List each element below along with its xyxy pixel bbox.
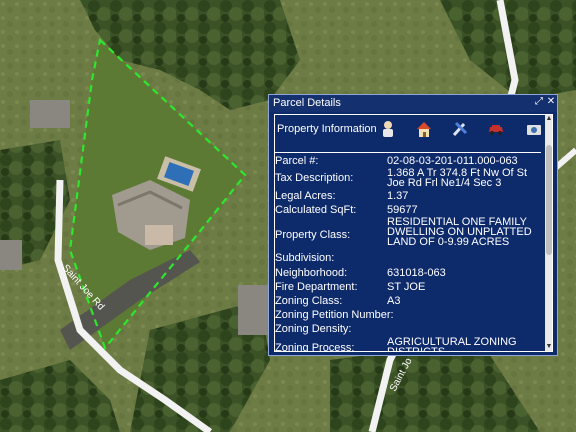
close-icon[interactable]: ✕ bbox=[545, 96, 557, 108]
zoning-process-value: AGRICULTURAL ZONING DISTRICTS bbox=[387, 336, 517, 352]
fire-department-value: ST JOE bbox=[387, 281, 426, 293]
home-icon[interactable] bbox=[415, 120, 433, 138]
neighborhood-value: 631018-063 bbox=[387, 267, 446, 279]
zoning-class-value: A3 bbox=[387, 295, 401, 307]
parcel-details-panel: Parcel Details ⤢ ✕ Property Information bbox=[268, 94, 558, 356]
panel-title: Parcel Details bbox=[273, 97, 341, 109]
calculated-sqft-value: 59677 bbox=[387, 204, 418, 216]
subdivision-label: Subdivision: bbox=[275, 252, 335, 264]
property-class-label: Property Class: bbox=[275, 229, 351, 241]
zoning-density-label: Zoning Density: bbox=[275, 323, 352, 335]
parcel-number-label: Parcel #: bbox=[275, 155, 319, 167]
vertical-scrollbar[interactable]: ▲ ▼ bbox=[545, 115, 552, 351]
property-tabs: Property Information bbox=[275, 115, 541, 145]
fire-department-label: Fire Department: bbox=[275, 281, 358, 293]
zoning-process-label: Zoning Process: bbox=[275, 342, 355, 352]
tab-separator bbox=[275, 152, 541, 153]
owner-icon[interactable] bbox=[379, 120, 397, 138]
property-class-value: RESIDENTIAL ONE FAMILY DWELLING ON UNPLA… bbox=[387, 216, 532, 248]
tab-label-property-information: Property Information bbox=[277, 123, 377, 135]
tax-description-label: Tax Description: bbox=[275, 172, 354, 184]
panel-content: Property Information Parcel #: 02-08-03-… bbox=[274, 114, 553, 352]
parcel-number-value: 02-08-03-201-011.000-063 bbox=[387, 155, 518, 167]
scroll-down-icon[interactable]: ▼ bbox=[545, 343, 552, 351]
vehicle-icon[interactable] bbox=[487, 120, 505, 138]
legal-acres-label: Legal Acres: bbox=[275, 190, 336, 202]
zoning-class-label: Zoning Class: bbox=[275, 295, 343, 307]
zoning-petition-number-label: Zoning Petition Number: bbox=[275, 309, 394, 321]
calculated-sqft-label: Calculated SqFt: bbox=[275, 204, 357, 216]
scrollbar-thumb[interactable] bbox=[546, 145, 552, 255]
expand-icon[interactable]: ⤢ bbox=[533, 96, 545, 108]
legal-acres-value: 1.37 bbox=[387, 190, 409, 202]
tools-icon[interactable] bbox=[451, 120, 469, 138]
scroll-up-icon[interactable]: ▲ bbox=[545, 115, 552, 123]
tax-description-value: 1.368 A Tr 374.8 Ft Nw Of St Joe Rd Frl … bbox=[387, 167, 528, 189]
camera-icon[interactable] bbox=[525, 120, 543, 138]
panel-titlebar[interactable]: Parcel Details ⤢ ✕ bbox=[269, 95, 557, 112]
neighborhood-label: Neighborhood: bbox=[275, 267, 348, 279]
